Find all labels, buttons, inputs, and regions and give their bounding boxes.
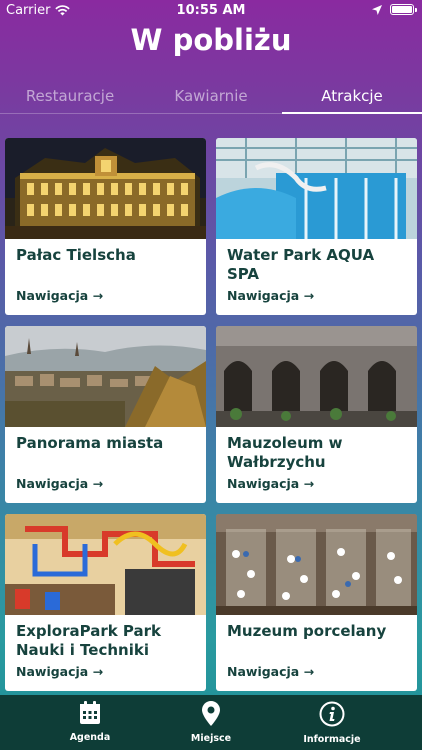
calendar-icon — [80, 701, 100, 724]
bottom-nav-label: Miejsce — [190, 733, 232, 744]
card-title: Mauzoleum w Wałbrzychu — [227, 434, 343, 471]
mausoleum-arches-photo — [216, 326, 417, 427]
bottom-nav-label: Agenda — [69, 732, 111, 743]
porcelain-museum-photo — [216, 514, 417, 615]
category-tabs: Restauracje Kawiarnie Atrakcje — [0, 78, 422, 114]
navigation-link[interactable]: Nawigacja → — [16, 476, 103, 491]
navigation-link[interactable]: Nawigacja → — [227, 476, 314, 491]
navigation-link[interactable]: Nawigacja → — [16, 288, 103, 303]
card-title: Panorama miasta — [16, 434, 164, 452]
tab-restauracje[interactable]: Restauracje — [0, 78, 140, 114]
status-bar: Carrier 10:55 AM — [0, 0, 422, 22]
map-pin-icon — [202, 701, 220, 726]
tab-kawiarnie[interactable]: Kawiarnie — [141, 78, 281, 114]
bottom-nav-label: Informacje — [303, 734, 361, 745]
city-panorama-photo — [5, 326, 206, 427]
navigation-link[interactable]: Nawigacja → — [227, 664, 314, 679]
battery-icon — [390, 4, 417, 15]
attraction-card[interactable]: Water Park AQUA SPA Nawigacja → — [216, 138, 417, 315]
card-title: ExploraPark Park Nauki i Techniki — [16, 622, 162, 659]
location-arrow-icon — [372, 4, 382, 15]
active-tab-indicator — [282, 112, 422, 114]
attraction-card[interactable]: Muzeum porcelany Nawigacja → — [216, 514, 417, 691]
bottom-nav-miejsce[interactable]: Miejsce — [161, 701, 261, 744]
water-park-pool-photo — [216, 138, 417, 239]
attraction-card[interactable]: Mauzoleum w Wałbrzychu Nawigacja → — [216, 326, 417, 503]
bottom-nav-agenda[interactable]: Agenda — [40, 701, 140, 743]
attraction-card[interactable]: Pałac Tielscha Nawigacja → — [5, 138, 206, 315]
info-icon — [319, 701, 345, 727]
card-title: Pałac Tielscha — [16, 246, 136, 264]
science-park-photo — [5, 514, 206, 615]
tab-atrakcje[interactable]: Atrakcje — [282, 78, 422, 114]
status-time: 10:55 AM — [176, 3, 246, 18]
bottom-navigation: Agenda Miejsce Informacje — [0, 695, 422, 750]
attraction-card[interactable]: ExploraPark Park Nauki i Techniki Nawiga… — [5, 514, 206, 691]
navigation-link[interactable]: Nawigacja → — [227, 288, 314, 303]
attraction-card[interactable]: Panorama miasta Nawigacja → — [5, 326, 206, 503]
card-title: Muzeum porcelany — [227, 622, 387, 640]
card-title: Water Park AQUA SPA — [227, 246, 375, 283]
palace-night-photo — [5, 138, 206, 239]
status-right — [372, 4, 417, 15]
page-title: W pobliżu — [130, 23, 292, 57]
navigation-link[interactable]: Nawigacja → — [16, 664, 103, 679]
bottom-nav-informacje[interactable]: Informacje — [282, 701, 382, 745]
